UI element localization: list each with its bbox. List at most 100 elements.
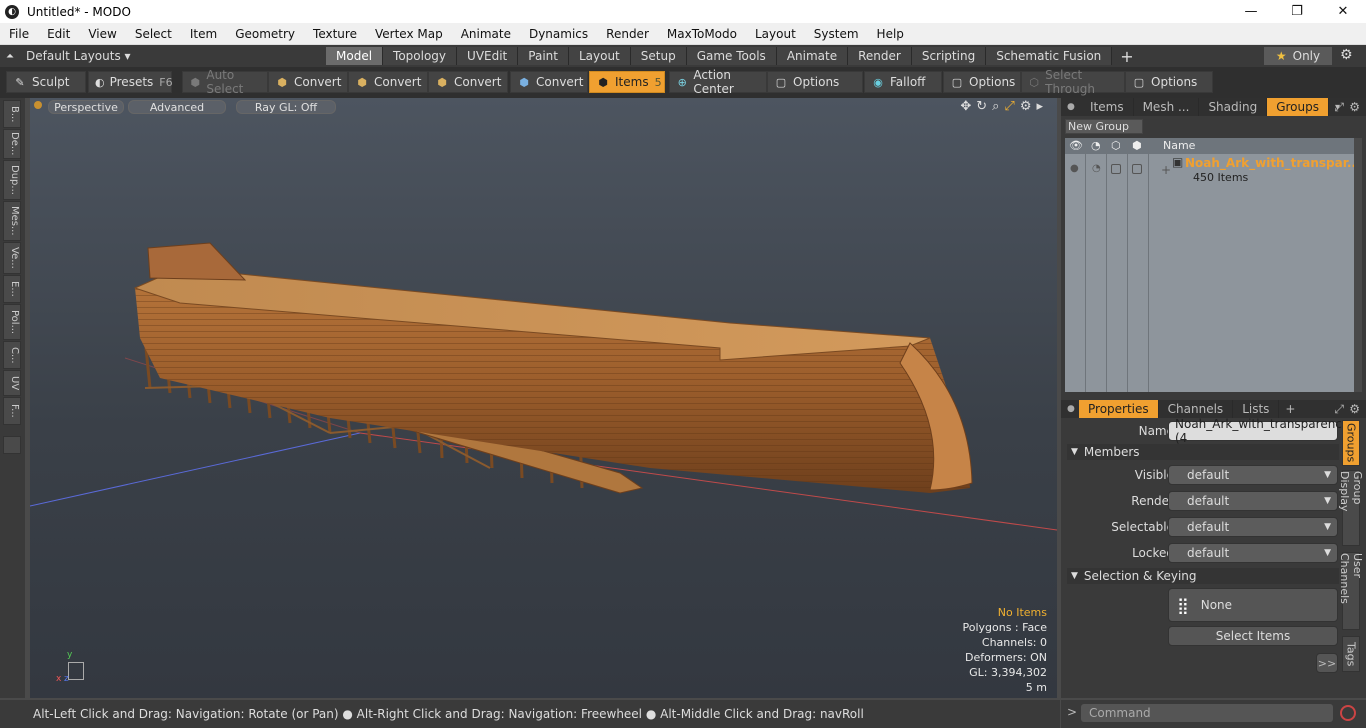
menu-layout[interactable]: Layout — [746, 27, 805, 41]
tab-uvedit[interactable]: UVEdit — [457, 47, 519, 65]
left-tab-edge[interactable]: E... — [3, 275, 21, 303]
menu-help[interactable]: Help — [868, 27, 913, 41]
side-tab-groups[interactable]: Groups — [1342, 420, 1360, 466]
menu-select[interactable]: Select — [126, 27, 181, 41]
tab-scripting[interactable]: Scripting — [911, 47, 987, 65]
zoom-icon[interactable]: ⌕ — [992, 99, 999, 114]
more-button[interactable]: >> — [1316, 653, 1338, 673]
viewport-menu-dot-icon[interactable] — [34, 101, 42, 109]
properties-menu-dot-icon[interactable]: ● — [1061, 404, 1079, 414]
menu-geometry[interactable]: Geometry — [226, 27, 304, 41]
groups-scrollbar[interactable] — [1354, 138, 1362, 392]
side-tab-user-channels[interactable]: User Channels — [1338, 552, 1364, 630]
panel-expand-icon[interactable]: ⤢ — [1334, 100, 1344, 115]
tab-shading[interactable]: Shading — [1199, 98, 1268, 116]
tab-properties[interactable]: Properties — [1079, 400, 1159, 418]
tab-lists[interactable]: Lists — [1233, 400, 1280, 418]
tab-paint[interactable]: Paint — [518, 47, 569, 65]
left-tab-fusion[interactable]: F... — [3, 397, 21, 425]
viewport-more-icon[interactable]: ▸ — [1036, 99, 1043, 114]
select-icon[interactable]: ⬢ — [1132, 139, 1142, 152]
panel-menu-dot-icon[interactable]: ● — [1061, 102, 1081, 112]
action-center-options-button[interactable]: ▢ Options — [767, 71, 863, 93]
tab-render[interactable]: Render — [848, 47, 912, 65]
shading-mode-button[interactable]: Advanced — [128, 100, 226, 114]
maximize-viewport-icon[interactable]: ⤢ — [1004, 99, 1014, 114]
select-through-options-button[interactable]: ▢ Options — [1125, 71, 1213, 93]
auto-select-button[interactable]: ⬢ Auto Select — [182, 68, 268, 96]
left-tab-uv[interactable]: UV — [3, 370, 21, 396]
rotate-icon[interactable]: ↻ — [976, 99, 987, 114]
render-dropdown[interactable]: default ▼ — [1168, 491, 1338, 511]
select-items-button[interactable]: Select Items — [1168, 626, 1338, 646]
presets-button[interactable]: ◐ Presets F6 — [88, 71, 173, 93]
action-center-button[interactable]: ⊕ Action Center — [669, 68, 767, 96]
menu-maxtomodo[interactable]: MaxToModo — [658, 27, 746, 41]
raygl-button[interactable]: Ray GL: Off — [236, 100, 336, 114]
menu-animate[interactable]: Animate — [452, 27, 520, 41]
menu-file[interactable]: File — [0, 27, 38, 41]
record-icon[interactable] — [1340, 705, 1356, 721]
add-tab-icon[interactable]: + — [1112, 47, 1141, 66]
select-through-button[interactable]: ⬡ Select Through — [1021, 68, 1125, 96]
items-mode-button[interactable]: ⬢ Items 5 — [589, 71, 665, 93]
side-tab-group-display[interactable]: Group Display — [1338, 470, 1364, 546]
command-input[interactable]: Command — [1081, 704, 1333, 722]
only-button[interactable]: ★ Only — [1264, 47, 1332, 65]
new-group-button[interactable]: New Group — [1065, 119, 1143, 134]
tab-topology[interactable]: Topology — [383, 47, 458, 65]
3d-viewport[interactable]: Perspective Advanced Ray GL: Off ✥ ↻ ⌕ ⤢… — [30, 98, 1057, 698]
left-tab-extra[interactable] — [3, 436, 21, 454]
convert-button-1[interactable]: ⬢ Convert — [268, 71, 348, 93]
expand-plus-icon[interactable]: + — [1161, 163, 1171, 177]
maximize-button[interactable]: ❐ — [1274, 0, 1320, 23]
left-tab-basic[interactable]: B... — [3, 100, 21, 128]
side-tab-tags[interactable]: Tags — [1342, 636, 1360, 672]
selection-keying-section[interactable]: ▼ Selection & Keying — [1067, 568, 1339, 584]
menu-view[interactable]: View — [79, 27, 125, 41]
name-field[interactable]: Noah_Ark_with_transparency (4 — [1168, 417, 1349, 445]
sculpt-button[interactable]: ✎ Sculpt — [6, 71, 86, 93]
menu-item[interactable]: Item — [181, 27, 226, 41]
locked-dropdown[interactable]: default ▼ — [1168, 543, 1338, 563]
tab-schematic-fusion[interactable]: Schematic Fusion — [986, 47, 1113, 65]
tab-mesh[interactable]: Mesh ... — [1134, 98, 1200, 116]
pan-icon[interactable]: ✥ — [960, 99, 971, 114]
add-tab-icon[interactable]: + — [1279, 402, 1295, 416]
tab-groups[interactable]: Groups — [1267, 98, 1329, 116]
name-column-header[interactable]: Name — [1163, 139, 1195, 152]
left-tab-vertex[interactable]: Ve... — [3, 242, 21, 274]
tab-items[interactable]: Items — [1081, 98, 1134, 116]
menu-dynamics[interactable]: Dynamics — [520, 27, 597, 41]
convert-button-4[interactable]: ⬢ Convert — [510, 71, 588, 93]
selectable-dropdown[interactable]: default ▼ — [1168, 517, 1338, 537]
menu-texture[interactable]: Texture — [304, 27, 366, 41]
group-row[interactable]: ● ◔ + ▣ Noah_Ark_with_transpar... 450 It… — [1065, 155, 1361, 185]
menu-render[interactable]: Render — [597, 27, 658, 41]
ark-model-render[interactable] — [30, 98, 1057, 698]
menu-vertex-map[interactable]: Vertex Map — [366, 27, 452, 41]
groups-list[interactable]: 👁 ◔ ⬡ ⬢ Name ● ◔ + ▣ Noah_Ark_with_trans… — [1065, 138, 1361, 392]
left-tab-deform[interactable]: De... — [3, 129, 21, 159]
falloff-options-button[interactable]: ▢ Options — [943, 71, 1021, 93]
menu-edit[interactable]: Edit — [38, 27, 79, 41]
left-tab-curve[interactable]: C... — [3, 341, 21, 369]
tab-channels[interactable]: Channels — [1159, 400, 1234, 418]
row-select-checkbox[interactable] — [1132, 164, 1142, 174]
menu-system[interactable]: System — [805, 27, 868, 41]
default-layouts-dropdown[interactable]: ⏶ Default Layouts ▾ — [6, 47, 131, 65]
select-none-button[interactable]: ⣿ None — [1168, 588, 1338, 622]
close-button[interactable]: ✕ — [1320, 0, 1366, 23]
falloff-button[interactable]: ◉ Falloff — [864, 71, 942, 93]
tab-setup[interactable]: Setup — [630, 47, 687, 65]
tab-game-tools[interactable]: Game Tools — [686, 47, 777, 65]
view-mode-button[interactable]: Perspective — [48, 100, 124, 114]
left-tab-duplicate[interactable]: Dup... — [3, 160, 21, 200]
lock-icon[interactable]: ⬡ — [1111, 139, 1121, 152]
left-tab-polygon[interactable]: Pol... — [3, 304, 21, 340]
tab-layout[interactable]: Layout — [568, 47, 631, 65]
row-lock-checkbox[interactable] — [1111, 164, 1121, 174]
gear-icon[interactable]: ⚙ — [1340, 47, 1353, 63]
row-eye-icon[interactable]: ● — [1070, 163, 1079, 174]
properties-gear-icon[interactable]: ⚙ — [1349, 402, 1360, 416]
